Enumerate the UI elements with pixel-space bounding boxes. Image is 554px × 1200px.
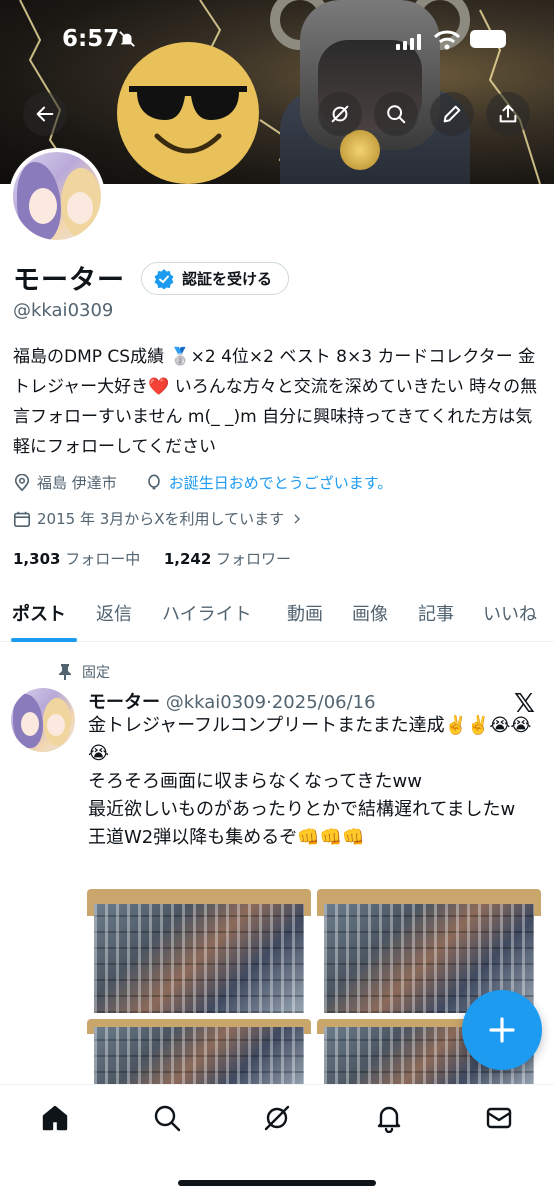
grok-button[interactable] xyxy=(318,92,362,136)
location-pin-icon xyxy=(14,473,30,491)
search-icon xyxy=(387,105,406,124)
back-arrow-icon xyxy=(36,106,54,122)
status-time: 6:57 xyxy=(62,26,120,52)
verified-badge-icon xyxy=(154,268,174,289)
nav-home[interactable] xyxy=(38,1101,72,1135)
tab-images[interactable]: 画像 xyxy=(352,600,388,626)
profile-tabs: ポスト 返信 ハイライト 動画 画像 記事 いいね xyxy=(0,590,554,642)
post-author-name[interactable]: モーター xyxy=(88,692,160,713)
home-icon xyxy=(42,1105,68,1131)
profile-joined: 2015 年 3月からXを利用しています xyxy=(37,510,285,528)
banner-figure-emblem xyxy=(340,130,380,170)
followers-label: フォロワー xyxy=(216,550,292,568)
tab-likes[interactable]: いいね xyxy=(483,600,537,626)
post-author-avatar[interactable] xyxy=(11,688,75,752)
joined-row[interactable]: 2015 年 3月からXを利用しています xyxy=(13,508,304,529)
profile-avatar[interactable] xyxy=(9,148,105,244)
profile-name: モーター xyxy=(13,265,125,296)
grok-icon xyxy=(331,105,349,123)
post-header: モーター @kkai0309·2025/06/16 xyxy=(88,688,376,714)
search-button[interactable] xyxy=(374,92,418,136)
tab-posts[interactable]: ポスト xyxy=(12,600,66,626)
edit-pencil-icon xyxy=(443,105,461,123)
get-verified-button[interactable]: 認証を受ける xyxy=(141,262,290,295)
profile-bio: 福島のDMP CS成績 🥈×2 4位×2 ベスト 8×3 カードコレクター 金ト… xyxy=(13,347,538,457)
profile-location: 福島 伊達市 xyxy=(37,474,117,492)
calendar-icon xyxy=(13,511,31,527)
post-text: 金トレジャーフルコンプリートまたまた達成✌️✌️😭😭😭 そろそろ画面に収まらなく… xyxy=(88,715,532,848)
compose-post-button[interactable] xyxy=(462,990,542,1070)
share-icon xyxy=(499,104,517,123)
home-indicator xyxy=(178,1180,376,1186)
follow-stats: 1,303 フォロー中 1,242 フォロワー xyxy=(13,548,291,569)
nav-messages[interactable] xyxy=(482,1101,516,1135)
battery-icon xyxy=(470,30,506,48)
edit-button[interactable] xyxy=(430,92,474,136)
followers-link[interactable]: 1,242 フォロワー xyxy=(164,550,291,568)
bell-off-icon xyxy=(119,31,135,47)
post-photo[interactable] xyxy=(87,1019,311,1089)
smile-mouth xyxy=(154,133,222,154)
post-date[interactable]: 2025/06/16 xyxy=(272,692,376,713)
nav-notifications[interactable] xyxy=(372,1101,406,1135)
following-count: 1,303 xyxy=(13,550,61,568)
balloon-icon xyxy=(148,474,160,490)
search-icon xyxy=(154,1105,181,1132)
status-bar: 6:57 xyxy=(0,0,554,76)
active-tab-indicator xyxy=(11,638,77,642)
messages-envelope-icon xyxy=(486,1107,512,1129)
followers-count: 1,242 xyxy=(163,550,212,568)
post-photo[interactable] xyxy=(87,889,311,1013)
plus-icon xyxy=(489,1017,515,1043)
notifications-bell-icon xyxy=(377,1106,401,1133)
share-button[interactable] xyxy=(486,92,530,136)
following-label: フォロー中 xyxy=(65,550,141,568)
profile-handle: @kkai0309 xyxy=(13,300,114,321)
tab-videos[interactable]: 動画 xyxy=(287,600,323,626)
nav-search[interactable] xyxy=(150,1101,184,1135)
tab-replies[interactable]: 返信 xyxy=(96,600,132,626)
tab-highlights[interactable]: ハイライト xyxy=(162,600,252,626)
sunglasses-icon xyxy=(129,86,247,120)
pinned-label: 固定 xyxy=(82,665,110,681)
following-link[interactable]: 1,303 フォロー中 xyxy=(13,550,140,568)
pin-icon xyxy=(59,664,71,680)
tab-articles[interactable]: 記事 xyxy=(418,600,454,626)
chevron-right-icon xyxy=(294,513,301,524)
wifi-icon xyxy=(434,30,460,50)
pinned-indicator: 固定 xyxy=(58,662,110,682)
smiley-sticker xyxy=(117,42,259,184)
profile-meta-row: 福島 伊達市 お誕生日おめでとうございます。 xyxy=(13,472,392,493)
get-verified-label: 認証を受ける xyxy=(182,270,273,288)
grok-icon xyxy=(264,1105,290,1131)
birthday-link[interactable]: お誕生日おめでとうございます。 xyxy=(169,472,393,493)
post-author-handle[interactable]: @kkai0309 xyxy=(166,692,266,713)
cellular-signal-icon xyxy=(396,34,421,50)
back-button[interactable] xyxy=(23,92,67,136)
nav-grok[interactable] xyxy=(260,1101,294,1135)
